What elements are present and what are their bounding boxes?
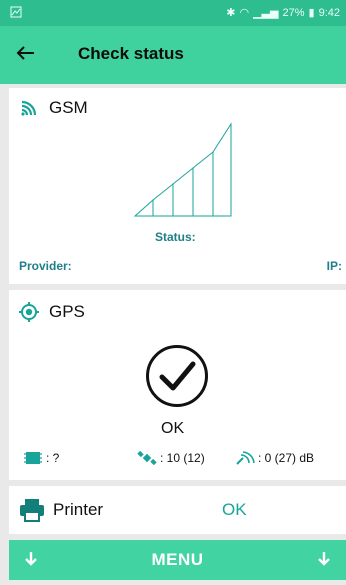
arrow-down-icon: [318, 552, 330, 566]
gps-satellites-value: : 10 (12): [160, 451, 205, 465]
gps-header: GPS: [19, 302, 85, 322]
battery-percent: 27%: [282, 6, 305, 19]
gps-title: GPS: [49, 302, 85, 321]
gps-storage-value: : ?: [46, 451, 60, 465]
back-arrow-icon[interactable]: [14, 42, 36, 64]
signal-bar-1: [133, 198, 154, 217]
signal-bar-3: [172, 166, 194, 217]
gsm-signal-meter: [133, 122, 232, 217]
bluetooth-icon: ✱: [226, 7, 236, 19]
printer-label: Printer: [53, 500, 104, 519]
gps-signal-value: : 0 (27) dB: [258, 451, 315, 465]
gsm-status-label: Status:: [155, 230, 196, 244]
gsm-card: GSM Status: Provider: IP:: [9, 88, 346, 284]
gps-check-icon: [146, 345, 208, 407]
gps-satellites-stat: : 10 (12): [137, 451, 205, 465]
signal-bar-2: [152, 182, 174, 217]
gsm-signal-icon: [19, 98, 39, 118]
menu-label: MENU: [151, 550, 204, 569]
clock: 9:42: [318, 6, 340, 19]
gsm-provider-label: Provider:: [19, 259, 72, 273]
gsm-ip-label: IP:: [326, 259, 342, 273]
wifi-icon: ◠: [239, 7, 250, 19]
gps-signal-stat: : 0 (27) dB: [235, 451, 314, 465]
gps-state: OK: [161, 420, 185, 437]
printer-icon: [20, 499, 44, 522]
gps-storage-stat: : ?: [23, 451, 59, 465]
app-bar: Check status: [0, 26, 346, 84]
cell-signal-icon: ▁▃▅: [253, 7, 279, 19]
antenna-icon: [236, 451, 255, 465]
gps-card: GPS OK : ? : 10 (12) : 0 (27) dB: [9, 290, 346, 480]
satellite-icon: [137, 451, 157, 465]
gsm-title: GSM: [49, 98, 88, 117]
printer-state: OK: [222, 500, 247, 519]
signal-bar-5: [212, 122, 232, 217]
notification-icon: [10, 6, 22, 21]
printer-card: Printer OK: [9, 486, 346, 534]
battery-icon: ▮: [308, 7, 315, 19]
printer-icon-wrap: [19, 498, 45, 522]
menu-button[interactable]: MENU: [9, 540, 346, 580]
gps-target-icon: [19, 302, 39, 322]
signal-bar-4: [192, 150, 214, 217]
arrow-down-icon: [25, 552, 37, 566]
gsm-header: GSM: [19, 98, 88, 118]
page-title: Check status: [78, 44, 184, 63]
status-bar: ✱ ◠ ▁▃▅ 27% ▮ 9:42: [0, 0, 346, 26]
memory-chip-icon: [24, 452, 42, 464]
